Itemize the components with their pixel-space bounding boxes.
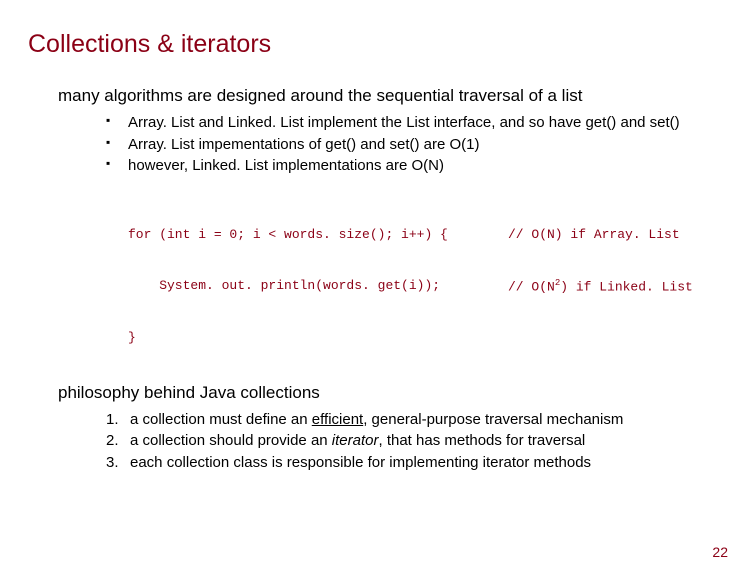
list-item: however, Linked. List implementations ar…	[106, 156, 728, 176]
list-item: a collection should provide an iterator,…	[106, 431, 728, 451]
code-comment: // O(N) if Array. List	[508, 227, 680, 244]
numbered-list: a collection must define an efficient, g…	[106, 410, 728, 473]
subheading: philosophy behind Java collections	[58, 382, 728, 404]
list-item: a collection must define an efficient, g…	[106, 410, 728, 430]
list-item: each collection class is responsible for…	[106, 453, 728, 473]
list-item: Array. List impementations of get() and …	[106, 135, 728, 155]
code-block: for (int i = 0; i < words. size(); i++) …	[128, 194, 728, 364]
list-item: Array. List and Linked. List implement t…	[106, 113, 728, 133]
page-number: 22	[712, 544, 728, 560]
code-comment: // O(N2) if Linked. List	[508, 278, 693, 296]
code-line: System. out. println(words. get(i));	[128, 278, 508, 296]
intro-text: many algorithms are designed around the …	[58, 85, 728, 107]
slide-title: Collections & iterators	[28, 30, 728, 59]
code-line: }	[128, 330, 508, 347]
bullet-list: Array. List and Linked. List implement t…	[106, 113, 728, 176]
code-line: for (int i = 0; i < words. size(); i++) …	[128, 227, 508, 244]
